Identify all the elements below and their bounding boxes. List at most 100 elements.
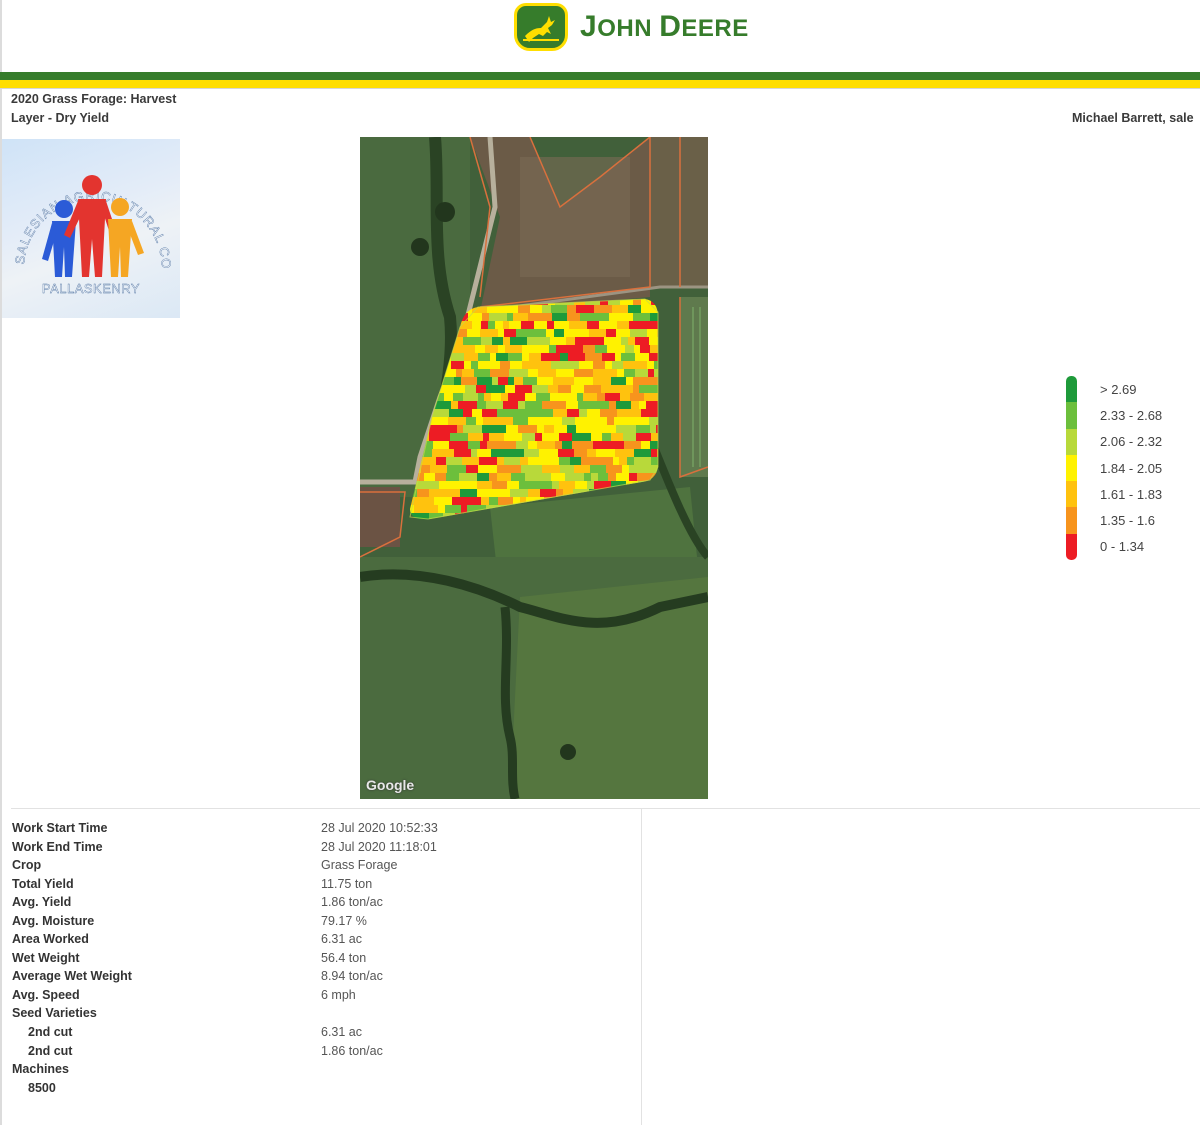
yield-cell — [600, 409, 617, 417]
report-title: 2020 Grass Forage: Harvest — [11, 92, 177, 106]
yield-cell — [463, 337, 481, 345]
yield-cell — [493, 489, 510, 497]
yield-cell — [519, 481, 526, 489]
legend-label: 1.35 - 1.6 — [1100, 513, 1155, 529]
detail-row: 8500 — [12, 1081, 632, 1100]
yield-cell — [500, 361, 510, 369]
detail-label: Avg. Speed — [12, 987, 80, 1002]
yield-cell — [510, 337, 527, 345]
yield-cell — [491, 393, 501, 401]
yield-cell — [639, 385, 658, 393]
yield-cell — [607, 345, 625, 353]
yield-cell — [526, 481, 534, 489]
yield-cell — [583, 345, 595, 353]
detail-label: 2nd cut — [28, 1025, 73, 1040]
yield-cell — [601, 425, 616, 433]
yield-cell — [552, 313, 560, 321]
yield-cell — [623, 433, 636, 441]
yield-cell — [481, 497, 489, 505]
yield-cell — [529, 353, 541, 361]
yield-cell — [477, 489, 493, 497]
yield-cell — [504, 329, 516, 337]
yield-cell — [481, 321, 488, 329]
yield-cell — [522, 361, 540, 369]
yield-cell — [648, 369, 654, 377]
yield-cell — [639, 361, 647, 369]
detail-label: 8500 — [28, 1080, 56, 1095]
detail-value: 28 Jul 2020 10:52:33 — [321, 821, 438, 835]
yield-cell — [554, 425, 567, 433]
yield-cell — [576, 305, 594, 313]
yield-cell — [593, 401, 609, 409]
detail-label: Average Wet Weight — [12, 969, 132, 984]
yield-cell — [597, 393, 605, 401]
yield-cell — [617, 409, 634, 417]
yield-cell — [565, 473, 584, 481]
yield-cell — [551, 433, 559, 441]
header-divider — [0, 88, 1200, 89]
yield-cell — [489, 313, 507, 321]
header-green-stripe — [0, 72, 1200, 80]
yield-cell — [567, 425, 576, 433]
yield-cell — [635, 353, 649, 361]
legend-row: 2.33 - 2.68 — [1066, 402, 1176, 429]
yield-cell — [525, 409, 542, 417]
yield-cell — [583, 329, 589, 337]
yield-cell — [546, 329, 554, 337]
yield-cell — [438, 449, 454, 457]
yield-cell — [606, 465, 622, 473]
yield-cell — [622, 465, 629, 473]
yield-cell — [651, 449, 657, 457]
yield-map[interactable]: Google — [360, 137, 708, 799]
yield-cell — [471, 361, 478, 369]
yield-cell — [615, 353, 621, 361]
yield-cell — [483, 417, 497, 425]
yield-cell — [568, 353, 585, 361]
yield-cell — [477, 449, 485, 457]
yield-cell — [439, 481, 458, 489]
yield-cell — [605, 393, 620, 401]
legend-swatch — [1066, 533, 1077, 561]
yield-cell — [448, 417, 466, 425]
yield-cell — [541, 353, 560, 361]
yield-cell — [436, 457, 446, 465]
yield-cell — [539, 449, 558, 457]
yield-cell — [518, 401, 525, 409]
yield-cell — [489, 497, 498, 505]
yield-cell — [536, 393, 550, 401]
yield-cell — [465, 497, 481, 505]
yield-cell — [446, 473, 459, 481]
yield-cell — [617, 321, 629, 329]
yield-cell — [613, 457, 619, 465]
yield-cell — [518, 425, 537, 433]
yield-cell — [589, 329, 597, 337]
yield-cell — [632, 417, 649, 425]
yield-cell — [542, 433, 551, 441]
yield-cell — [609, 401, 616, 409]
yield-cell — [607, 441, 624, 449]
yield-cell — [486, 361, 493, 369]
yield-cell — [492, 337, 503, 345]
yield-cell — [630, 329, 647, 337]
yield-cell — [634, 345, 640, 353]
detail-label: Area Worked — [12, 932, 89, 947]
yield-cell — [486, 401, 503, 409]
yield-cell — [448, 385, 465, 393]
yield-cell — [459, 473, 477, 481]
yield-cell — [433, 441, 449, 449]
yield-legend: > 2.69 2.33 - 2.68 2.06 - 2.32 1.84 - 2.05 1… — [1066, 376, 1176, 561]
yield-cell — [641, 409, 650, 417]
yield-cell — [590, 465, 606, 473]
yield-cell — [587, 321, 599, 329]
yield-cell — [472, 321, 481, 329]
yield-cell — [550, 337, 566, 345]
yield-cell — [608, 473, 616, 481]
yield-cell — [434, 497, 452, 505]
yield-cell — [451, 353, 464, 361]
yield-cell — [450, 433, 468, 441]
yield-cell — [477, 481, 492, 489]
yield-cell — [547, 321, 554, 329]
yield-cell — [478, 361, 486, 369]
yield-cell — [628, 337, 635, 345]
yield-cell — [616, 401, 631, 409]
